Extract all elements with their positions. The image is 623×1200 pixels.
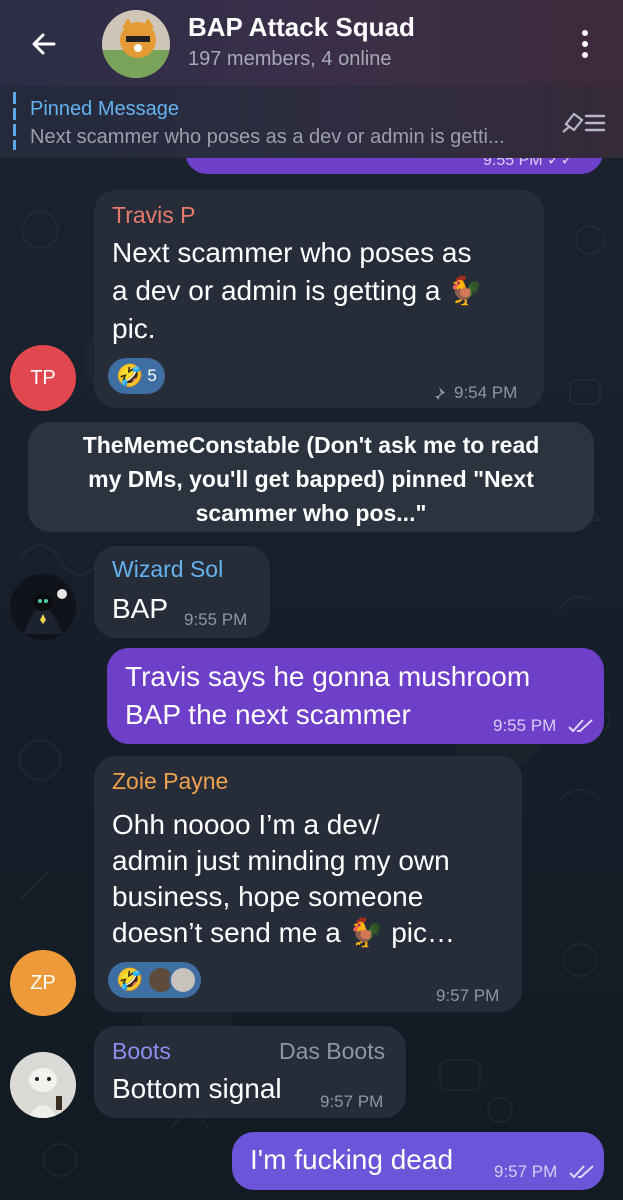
message-line: admin just minding my own bbox=[112, 845, 450, 876]
group-avatar[interactable] bbox=[102, 10, 170, 78]
message-bubble[interactable]: Boots Das Boots Bottom signal 9:57 PM bbox=[94, 1026, 406, 1118]
message-line: doesn’t send me a 🐓 pic… bbox=[112, 917, 456, 948]
sender-name[interactable]: Wizard Sol bbox=[112, 556, 223, 583]
message-time: 9:54 PM bbox=[454, 383, 518, 402]
avatar-travis[interactable]: TP bbox=[10, 345, 76, 411]
back-button[interactable] bbox=[22, 22, 66, 66]
outgoing-message-cutoff[interactable]: 9:55 PM ✓✓ bbox=[185, 140, 603, 174]
message-time: 9:55 PM bbox=[184, 610, 248, 629]
message-line: pic. bbox=[112, 313, 156, 344]
reaction-chip[interactable]: 🤣 bbox=[108, 962, 202, 998]
message-line: Ohh noooo I’m a dev/ bbox=[112, 809, 380, 840]
double-check-icon bbox=[569, 1165, 594, 1179]
unpin-list-icon bbox=[562, 112, 606, 133]
pinned-label: Pinned Message bbox=[30, 98, 179, 120]
more-menu-button[interactable] bbox=[570, 22, 600, 66]
message-time: 9:57 PM bbox=[494, 1162, 558, 1181]
message-line: a dev or admin is getting a 🐓 bbox=[112, 275, 484, 306]
laughing-emoji-icon: 🤣 bbox=[116, 363, 144, 388]
outgoing-message-bubble[interactable]: I'm fucking dead 9:57 PM bbox=[232, 1132, 604, 1190]
outgoing-message-bubble[interactable]: Travis says he gonna mushroom BAP the ne… bbox=[107, 648, 604, 744]
message-time: 9:55 PM bbox=[493, 716, 557, 735]
arrow-left-icon bbox=[32, 33, 56, 55]
more-vertical-icon bbox=[582, 30, 588, 36]
message-text: Bottom signal bbox=[112, 1073, 282, 1104]
message-bubble[interactable]: Wizard Sol BAP 9:55 PM bbox=[94, 546, 270, 638]
reactor-avatar bbox=[169, 966, 198, 994]
message-time: 9:57 PM bbox=[320, 1092, 384, 1111]
avatar-zoie[interactable]: ZP bbox=[10, 950, 76, 1016]
message-text: I'm fucking dead bbox=[250, 1144, 454, 1175]
chat-header: BAP Attack Squad 197 members, 4 online bbox=[0, 0, 623, 86]
message-time: 9:57 PM bbox=[436, 986, 500, 1005]
message-bubble[interactable]: Zoie Payne Ohh noooo I’m a dev/ admin ju… bbox=[94, 756, 522, 1012]
reaction-count: 5 bbox=[147, 366, 157, 385]
pin-icon bbox=[433, 387, 445, 402]
message-line: BAP the next scammer bbox=[125, 699, 411, 730]
pinned-indicator bbox=[13, 92, 16, 150]
sender-name[interactable]: Boots bbox=[112, 1038, 171, 1065]
message-bubble[interactable]: Travis P Next scammer who poses as a dev… bbox=[94, 190, 544, 408]
message-line: Travis says he gonna mushroom bbox=[125, 661, 531, 692]
pinned-list-button[interactable] bbox=[560, 108, 608, 138]
group-member-count: 197 members, 4 online bbox=[188, 48, 392, 70]
reaction-chip[interactable]: 🤣 5 bbox=[108, 358, 165, 394]
group-title[interactable]: BAP Attack Squad bbox=[188, 12, 415, 43]
avatar-wizard-sol[interactable] bbox=[10, 574, 76, 640]
message-time: 9:55 PM ✓✓ bbox=[483, 152, 574, 169]
sender-name[interactable]: Zoie Payne bbox=[112, 768, 228, 795]
laughing-emoji-icon: 🤣 bbox=[116, 967, 144, 992]
double-check-icon bbox=[568, 719, 593, 733]
message-text: BAP bbox=[112, 593, 169, 624]
service-message-pinned[interactable]: TheMemeConstable (Don't ask me to read m… bbox=[28, 422, 594, 532]
message-line: Next scammer who poses as bbox=[112, 237, 472, 268]
sender-name[interactable]: Travis P bbox=[112, 202, 196, 229]
message-line: business, hope someone bbox=[112, 881, 424, 912]
avatar-boots[interactable] bbox=[10, 1052, 76, 1118]
sender-title: Das Boots bbox=[279, 1038, 386, 1064]
